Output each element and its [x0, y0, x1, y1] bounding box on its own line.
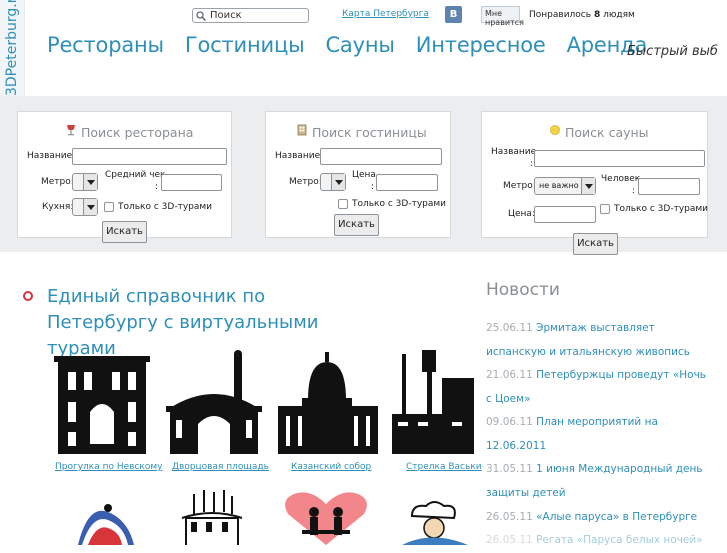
sauna-price-label: Цена: — [508, 209, 535, 219]
news-date: 26.05.11 — [486, 534, 533, 546]
tour-caption-kazan[interactable]: Казанский собор — [291, 462, 371, 472]
restaurant-name-label: Название: — [27, 151, 76, 161]
restaurant-avgcheck-colon: : — [155, 182, 159, 192]
sauna-price-input[interactable] — [534, 206, 596, 223]
hotel-search-button[interactable]: Искать — [334, 214, 379, 236]
sauna-only3d-label: Только с 3D-турами — [614, 204, 709, 214]
nav-saunas[interactable]: Сауны — [325, 33, 394, 57]
restaurant-metro-select[interactable] — [72, 173, 98, 191]
restaurant-cuisine-select[interactable] — [72, 198, 98, 216]
restaurant-search-panel: Поиск ресторана Название: Метро: Средний… — [17, 111, 232, 243]
news-date: 21.06.11 — [486, 369, 533, 381]
news-link[interactable]: «Алые паруса» в Петербурге — [536, 511, 697, 523]
likes-suffix: людям — [603, 10, 635, 20]
restaurant-avgcheck-label: Средний чек — [105, 170, 166, 180]
nav-interesting[interactable]: Интересное — [416, 33, 546, 57]
chevron-down-icon — [83, 199, 97, 215]
news-date: 31.05.11 — [486, 463, 533, 475]
palace-square-image[interactable] — [164, 350, 264, 454]
sauna-name-input[interactable] — [534, 150, 705, 167]
sauna-name-label: Название — [491, 147, 537, 157]
news-item: 25.06.11 Эрмитаж выставляет испанскую и … — [486, 317, 712, 364]
search-icon — [196, 11, 206, 21]
hotel-only3d-checkbox[interactable] — [338, 199, 348, 209]
restaurant-only3d-checkbox[interactable] — [104, 202, 114, 212]
wine-glass-icon — [67, 125, 75, 136]
nav-restaurants[interactable]: Рестораны — [47, 33, 164, 57]
restaurant-only3d-label: Только с 3D-турами — [118, 202, 213, 212]
search-placeholder: Поиск — [210, 10, 242, 21]
hotel-name-input[interactable] — [320, 148, 442, 165]
news-date: 25.06.11 — [486, 322, 533, 334]
news-item: 31.05.11 1 июня Международный день защит… — [486, 458, 712, 505]
nav-hotels[interactable]: Гостиницы — [185, 33, 305, 57]
headline-bullet — [23, 291, 33, 301]
likes-count: 8 — [593, 10, 601, 20]
restaurant-panel-title: Поиск ресторана — [81, 125, 194, 140]
likes-counter: Понравилось 8 людям — [529, 10, 635, 20]
news-item: 09.06.11 План мероприятий на 12.06.2011 — [486, 411, 712, 458]
sauna-metro-select[interactable]: не важно — [534, 177, 596, 195]
hotel-icon — [297, 124, 307, 136]
likes-prefix: Понравилось — [529, 10, 592, 20]
sauna-people-label: Человек — [601, 174, 641, 184]
tour-caption-nevsky[interactable]: Прогулка по Невскому — [55, 462, 162, 472]
chevron-down-icon — [83, 174, 97, 190]
site-logo[interactable]: 3DPeterburg.ru — [3, 0, 21, 96]
vasilyevsky-spit-image[interactable] — [392, 350, 474, 454]
tour-caption-palace[interactable]: Дворцовая площадь — [172, 462, 269, 472]
sauna-only3d-checkbox[interactable] — [600, 204, 610, 214]
restaurant-avgcheck-input[interactable] — [161, 174, 222, 191]
flag-ribbon-image[interactable] — [68, 494, 144, 545]
hotel-metro-select[interactable] — [320, 173, 346, 191]
cake-image[interactable] — [176, 488, 248, 545]
sauna-people-colon: : — [632, 186, 636, 196]
hotel-search-panel: Поиск гостиницы Название: Метро: Цена : … — [265, 111, 451, 238]
vk-button[interactable]: В — [445, 6, 462, 23]
like-button[interactable]: Мне нравится — [481, 6, 524, 27]
chef-image[interactable] — [392, 500, 474, 545]
news-item: 26.05.11 Регата «Паруса белых ночей» — [486, 529, 712, 553]
sauna-panel-title: Поиск сауны — [565, 125, 649, 140]
sun-icon — [550, 125, 560, 135]
news-item: 26.05.11 «Алые паруса» в Петербурге — [486, 506, 712, 530]
news-title: Новости — [486, 280, 560, 300]
search-input[interactable]: Поиск — [192, 8, 309, 23]
hotel-panel-title: Поиск гостиницы — [312, 125, 427, 140]
hotel-price-label: Цена — [352, 170, 376, 180]
nevsky-building-image[interactable] — [54, 350, 150, 454]
tour-caption-vasilyevsky[interactable]: Стрелка Васьки — [406, 462, 482, 472]
news-link[interactable]: Регата «Паруса белых ночей» — [536, 534, 703, 546]
chevron-down-icon — [331, 174, 345, 190]
news-date: 09.06.11 — [486, 416, 533, 428]
quick-choice-label: Быстрый выб — [627, 44, 718, 59]
restaurant-cuisine-label: Кухня: — [42, 202, 74, 212]
sauna-search-button[interactable]: Искать — [573, 233, 618, 255]
main-nav: Рестораны Гостиницы Сауны Интересное Аренда — [47, 33, 668, 57]
sauna-metro-label: Метро: — [503, 181, 536, 191]
news-date: 26.05.11 — [486, 511, 533, 523]
sauna-metro-value: не важно — [539, 181, 579, 190]
hotel-name-label: Название: — [275, 151, 324, 161]
chevron-down-icon — [581, 178, 595, 194]
map-link[interactable]: Карта Петербурга — [342, 9, 429, 19]
hotel-price-colon: : — [371, 182, 375, 192]
hotel-only3d-label: Только с 3D-турами — [352, 199, 447, 209]
romantic-dinner-image[interactable] — [280, 490, 372, 545]
sauna-name-colon: : — [530, 159, 534, 169]
restaurant-metro-label: Метро: — [41, 177, 74, 187]
sauna-people-input[interactable] — [638, 178, 700, 195]
sauna-search-panel: Поиск сауны Название : Метро: не важно Ч… — [481, 111, 709, 255]
restaurant-search-button[interactable]: Искать — [102, 221, 147, 243]
news-item: 21.06.11 Петербуржцы проведут «Ночь с Цо… — [486, 364, 712, 411]
restaurant-name-input[interactable] — [72, 148, 227, 165]
kazan-cathedral-image[interactable] — [278, 352, 378, 454]
hotel-price-input[interactable] — [376, 174, 438, 191]
hotel-metro-label: Метро: — [289, 177, 322, 187]
